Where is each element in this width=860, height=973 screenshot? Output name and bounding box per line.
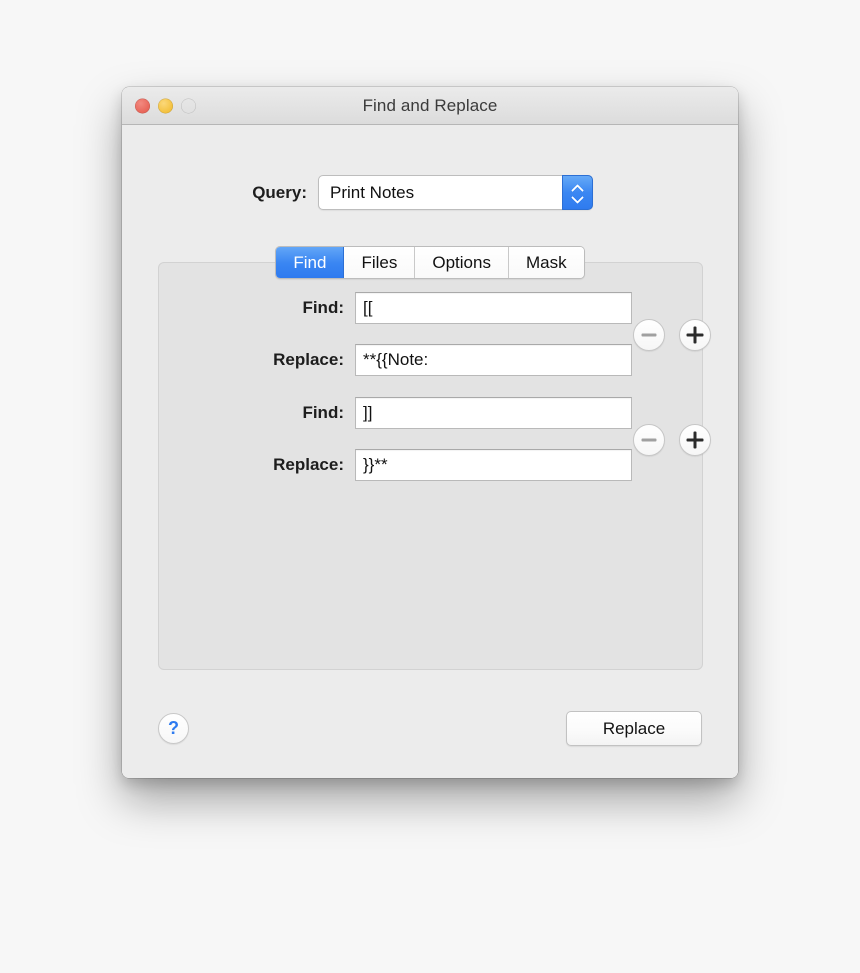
tab-options[interactable]: Options [415,247,509,278]
find-row-2: Find: ]] [159,396,702,429]
plus-icon[interactable] [679,319,711,351]
help-button[interactable]: ? [158,713,189,744]
plus-icon[interactable] [679,424,711,456]
find-row-1: Find: [[ [159,291,702,324]
find-and-replace-window: Find and Replace Query: Print Notes Find… [122,87,738,778]
query-row: Query: Print Notes [122,175,738,210]
find-input-1[interactable]: [[ [355,291,632,324]
replace-input-1[interactable]: **{{Note: [355,343,632,376]
find-tab-pane: Find: [[ Replace: **{{Note: Find: ]] Rep… [158,262,711,670]
tab-bar: Find Files Options Mask [122,246,738,279]
minus-icon[interactable] [633,319,665,351]
find-label-1: Find: [302,297,344,317]
window-content: Query: Print Notes Find: [[ Replace: **{… [122,125,738,778]
up-down-chevron-icon[interactable] [562,175,593,210]
row-controls-2 [633,424,711,456]
minus-icon[interactable] [633,424,665,456]
window-titlebar: Find and Replace [122,87,738,125]
query-popup-button[interactable]: Print Notes [318,175,593,210]
window-title: Find and Replace [362,95,498,115]
chevron-down-icon [572,194,583,200]
replace-input-2[interactable]: }}** [355,448,632,481]
close-window-button[interactable] [135,98,150,113]
replace-row-1: Replace: **{{Note: [159,343,702,376]
replace-row-2: Replace: }}** [159,448,702,481]
query-value: Print Notes [330,182,415,202]
query-label: Query: [252,182,307,202]
zoom-window-button[interactable] [181,98,196,113]
replace-button[interactable]: Replace [566,711,702,746]
find-label-2: Find: [302,402,344,422]
find-input-2[interactable]: ]] [355,396,632,429]
chevron-up-icon [572,185,583,191]
tab-find[interactable]: Find [276,247,345,278]
minimize-window-button[interactable] [158,98,173,113]
traffic-light-group [135,98,196,113]
tab-mask[interactable]: Mask [508,247,584,278]
replace-label-2: Replace: [273,454,344,474]
replace-label-1: Replace: [273,349,344,369]
tab-files[interactable]: Files [344,247,416,278]
row-controls-1 [633,319,711,351]
